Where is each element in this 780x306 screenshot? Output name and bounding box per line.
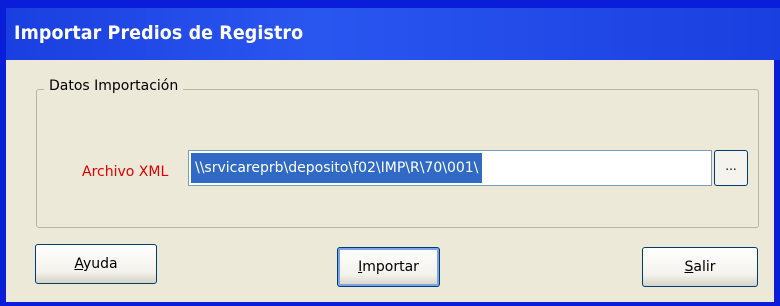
xml-file-label: Archivo XML [82, 164, 169, 180]
import-button-label: mportar [362, 259, 419, 275]
import-button[interactable]: Importar [337, 247, 440, 287]
groupbox-label: Datos Importación [44, 78, 184, 94]
browse-button[interactable]: ... [714, 150, 748, 186]
title-bar[interactable]: Importar Predios de Registro [6, 8, 780, 60]
help-button[interactable]: Ayuda [35, 244, 157, 284]
xml-file-input[interactable]: \\srvicareprb\deposito\f02\IMP\R\70\001\ [188, 150, 712, 186]
import-dialog-window: Importar Predios de Registro Datos Impor… [0, 0, 780, 306]
exit-button[interactable]: Salir [642, 247, 758, 287]
help-button-mnemonic: A [74, 256, 83, 272]
dialog-client-area: Datos Importación Archivo XML \\srvicare… [6, 60, 774, 302]
exit-button-label: alir [693, 259, 716, 275]
xml-file-path: \\srvicareprb\deposito\f02\IMP\R\70\001\ [191, 153, 483, 183]
window-title: Importar Predios de Registro [14, 22, 304, 44]
help-button-label: yuda [83, 256, 118, 272]
